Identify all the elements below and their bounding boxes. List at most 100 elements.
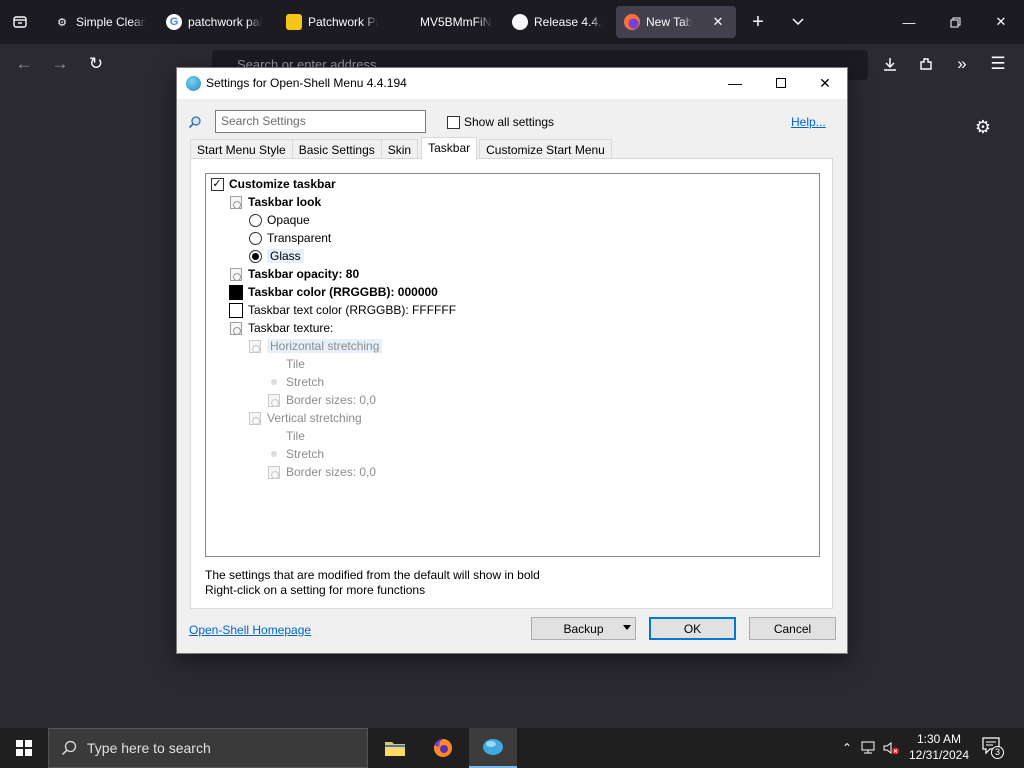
hamburger-menu-icon[interactable]: ☰	[980, 46, 1016, 82]
browser-tab[interactable]: Release 4.4.19	[504, 6, 612, 38]
tree-item[interactable]: Taskbar opacity: 80	[229, 265, 359, 283]
tree-item[interactable]: Taskbar color (RRGGBB): 000000	[229, 283, 438, 301]
tree-item-label: Stretch	[286, 375, 325, 389]
dropdown-arrow-icon	[623, 625, 631, 630]
close-window-icon[interactable]: ✕	[978, 0, 1024, 44]
back-icon[interactable]: ←	[6, 46, 42, 82]
firefox-taskbar-icon[interactable]	[419, 728, 467, 768]
backup-button[interactable]: Backup	[531, 617, 636, 640]
tree-item-label: Taskbar text color (RRGGBB): FFFFFF	[248, 303, 457, 317]
tree-item-label: Stretch	[286, 447, 325, 461]
browser-tab[interactable]: ⚙ Simple Clean	[46, 6, 154, 38]
tab-taskbar[interactable]: Taskbar	[421, 137, 478, 160]
tree-item[interactable]: Border sizes: 0,0	[267, 463, 376, 481]
browser-tab[interactable]: Patchwork Pal	[278, 6, 386, 38]
tab-skin[interactable]: Skin	[380, 139, 419, 159]
radio-button-icon[interactable]	[248, 231, 262, 245]
tree-item-label: Opaque	[267, 213, 310, 227]
tree-item[interactable]: Glass	[248, 247, 304, 265]
tree-item[interactable]: Tile	[267, 427, 305, 445]
dialog-minimize-icon[interactable]: —	[712, 68, 758, 98]
cancel-button[interactable]: Cancel	[749, 617, 836, 640]
open-shell-icon	[186, 76, 201, 91]
list-all-tabs-icon[interactable]	[778, 0, 818, 44]
browser-tab[interactable]: MV5BMmFiNTYy	[390, 6, 500, 38]
tree-item[interactable]: Taskbar text color (RRGGBB): FFFFFF	[229, 301, 456, 319]
file-explorer-icon[interactable]	[371, 728, 419, 768]
dialog-titlebar[interactable]: Settings for Open-Shell Menu 4.4.194 — ✕	[177, 68, 847, 99]
setting-page-icon	[229, 267, 243, 281]
tree-item[interactable]: Stretch	[267, 373, 324, 391]
network-icon[interactable]	[860, 740, 878, 756]
taskbar-clock[interactable]: 1:30 AM 12/31/2024	[904, 731, 974, 763]
firefox-view-icon[interactable]	[0, 0, 40, 44]
bold-note: The settings that are modified from the …	[205, 568, 540, 582]
restore-icon[interactable]	[932, 0, 978, 44]
firefox-icon	[624, 14, 640, 30]
open-shell-homepage-link[interactable]: Open-Shell Homepage	[189, 623, 311, 637]
tree-item[interactable]: Stretch	[267, 445, 324, 463]
tree-item[interactable]: Border sizes: 0,0	[267, 391, 376, 409]
tree-item[interactable]: Taskbar look	[229, 193, 321, 211]
system-tray: ⌃	[838, 728, 900, 768]
forward-icon[interactable]: →	[42, 46, 78, 82]
downloads-icon[interactable]	[872, 46, 908, 82]
reload-icon[interactable]: ↻	[78, 46, 114, 82]
dialog-close-icon[interactable]: ✕	[802, 68, 848, 98]
taskbar-settings-panel: ✓ Customize taskbar Taskbar look Opaque Tran…	[190, 158, 833, 609]
blank-icon	[267, 429, 281, 443]
tree-item[interactable]: Vertical stretching	[248, 409, 362, 427]
tree-item-label: Transparent	[267, 231, 332, 245]
tab-start-menu-style[interactable]: Start Menu Style	[190, 139, 293, 159]
show-all-settings-checkbox[interactable]: Show all settings	[447, 115, 554, 129]
tree-item-label: Border sizes: 0,0	[286, 465, 377, 479]
checkbox-icon[interactable]	[447, 115, 460, 129]
open-shell-taskbar-icon[interactable]	[469, 728, 517, 768]
tree-item-label: Taskbar texture:	[248, 321, 334, 335]
tree-item[interactable]: Transparent	[248, 229, 331, 247]
extensions-icon[interactable]	[908, 46, 944, 82]
ok-button[interactable]: OK	[649, 617, 736, 640]
minimize-icon[interactable]: —	[886, 0, 932, 44]
tree-item[interactable]: Horizontal stretching	[248, 337, 383, 355]
tree-item-label: Customize taskbar	[229, 177, 336, 191]
search-icon	[61, 740, 77, 756]
tree-item[interactable]: Tile	[267, 355, 305, 373]
imdb-icon	[286, 14, 302, 30]
tab-customize-start-menu[interactable]: Customize Start Menu	[479, 139, 612, 159]
tab-favicon	[398, 14, 414, 30]
radio-button-icon[interactable]	[248, 249, 262, 263]
github-icon	[512, 14, 528, 30]
overflow-menu-icon[interactable]: »	[944, 46, 980, 82]
settings-tree[interactable]: ✓ Customize taskbar Taskbar look Opaque Tran…	[205, 173, 820, 557]
setting-page-icon	[229, 195, 243, 209]
show-hidden-icons-icon[interactable]: ⌃	[838, 741, 856, 755]
notification-count-badge: 3	[991, 746, 1004, 759]
start-button[interactable]	[0, 728, 48, 768]
checkbox-icon[interactable]: ✓	[210, 177, 224, 191]
tree-item[interactable]: ✓ Customize taskbar	[210, 175, 336, 193]
new-tab-icon[interactable]: +	[738, 0, 778, 44]
tab-title: Release 4.4.19	[534, 15, 604, 29]
radio-button-icon[interactable]	[248, 213, 262, 227]
tab-basic-settings[interactable]: Basic Settings	[291, 139, 382, 159]
taskbar-search-box[interactable]: Type here to search	[48, 728, 368, 768]
notifications-icon[interactable]: 3	[982, 737, 1006, 759]
tab-title: patchwork pal	[188, 15, 263, 29]
browser-tab[interactable]: Gpatchwork pal	[158, 6, 274, 38]
help-link[interactable]: Help...	[791, 115, 826, 129]
volume-muted-icon[interactable]	[882, 740, 900, 756]
google-icon: G	[166, 14, 182, 30]
settings-gear-icon[interactable]: ⚙	[972, 116, 994, 138]
search-settings-input[interactable]: Search Settings	[215, 110, 426, 133]
tree-item[interactable]: Taskbar texture:	[229, 319, 333, 337]
tree-item-label: Vertical stretching	[267, 411, 362, 425]
tree-item[interactable]: Opaque	[248, 211, 310, 229]
tree-item-label: Taskbar color (RRGGBB): 000000	[248, 285, 438, 299]
browser-tab[interactable]: New Tab ✕	[616, 6, 736, 38]
close-tab-icon[interactable]: ✕	[712, 14, 723, 30]
dialog-maximize-icon[interactable]	[758, 68, 804, 98]
tree-item-label: Horizontal stretching	[267, 339, 383, 353]
color-swatch-icon	[229, 302, 243, 318]
color-swatch-icon	[229, 284, 243, 300]
